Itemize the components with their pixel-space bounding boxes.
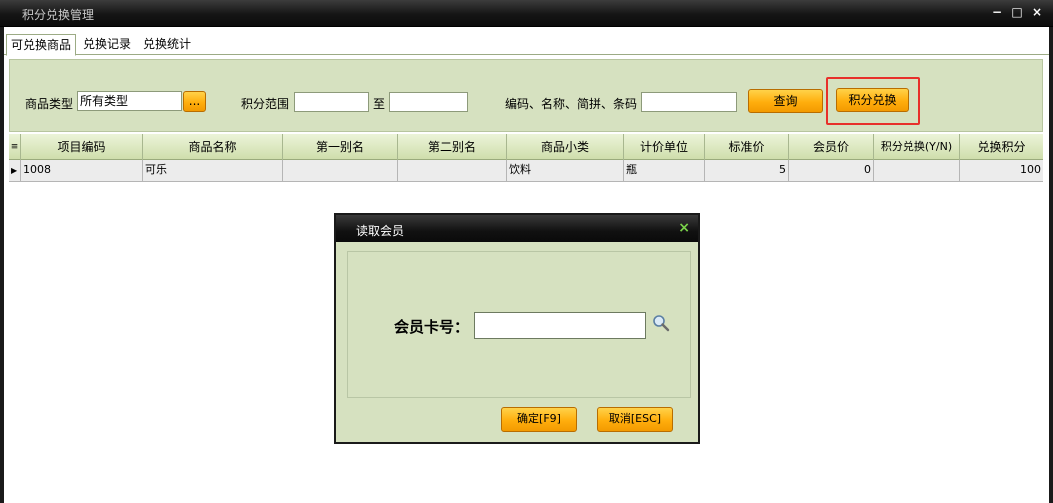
read-member-dialog: 读取会员 × 会员卡号： 确定[F9] 取消[ESC] xyxy=(334,213,700,444)
window-title: 积分兑换管理 xyxy=(22,8,95,22)
grid-header: ≡ 项目编码 商品名称 第一别名 第二别名 商品小类 计价单位 标准价 会员价 … xyxy=(9,134,1043,160)
dialog-content-panel: 会员卡号： xyxy=(347,251,691,398)
col-goods-name[interactable]: 商品名称 xyxy=(143,134,283,160)
cell-std-price: 5 xyxy=(705,160,789,182)
cell-goods-name: 可乐 xyxy=(143,160,283,182)
col-std-price[interactable]: 标准价 xyxy=(705,134,789,160)
keyword-input[interactable] xyxy=(641,92,737,112)
cell-alias2 xyxy=(398,160,507,182)
points-to-label: 至 xyxy=(373,97,386,111)
points-to-input[interactable] xyxy=(389,92,468,112)
table-row[interactable]: ▶ 1008 可乐 饮料 瓶 5 0 100 xyxy=(9,160,1043,182)
cell-exchangeable xyxy=(874,160,960,182)
cell-unit: 瓶 xyxy=(624,160,705,182)
keyword-label: 编码、名称、简拼、条码 xyxy=(505,97,638,111)
dialog-cancel-button[interactable]: 取消[ESC] xyxy=(597,407,673,432)
col-subcategory[interactable]: 商品小类 xyxy=(507,134,624,160)
goods-type-label: 商品类型 xyxy=(25,97,74,111)
tab-strip: 可兑换商品 兑换记录 兑换统计 xyxy=(4,31,1049,56)
col-unit[interactable]: 计价单位 xyxy=(624,134,705,160)
dialog-title: 读取会员 xyxy=(356,224,405,238)
points-from-input[interactable] xyxy=(294,92,369,112)
cell-item-code: 1008 xyxy=(21,160,143,182)
col-exchange-points[interactable]: 兑换积分 xyxy=(960,134,1043,160)
goods-type-picker-button[interactable]: ... xyxy=(183,91,206,112)
col-exchangeable[interactable]: 积分兑换(Y/N) xyxy=(874,134,960,160)
col-alias1[interactable]: 第一别名 xyxy=(283,134,398,160)
row-selector-header: ≡ xyxy=(9,134,21,160)
member-card-label: 会员卡号： xyxy=(394,318,470,336)
dialog-close-button[interactable]: × xyxy=(678,220,690,236)
member-card-input[interactable] xyxy=(474,312,646,339)
col-alias2[interactable]: 第二别名 xyxy=(398,134,507,160)
close-button[interactable]: × xyxy=(1030,5,1044,19)
cell-subcategory: 饮料 xyxy=(507,160,624,182)
dialog-titlebar: 读取会员 × xyxy=(336,215,698,242)
dialog-ok-button[interactable]: 确定[F9] xyxy=(501,407,577,432)
tab-exchange-records[interactable]: 兑换记录 xyxy=(79,34,135,55)
maximize-button[interactable]: □ xyxy=(1010,5,1024,19)
cell-exchange-points: 100 xyxy=(1020,163,1041,176)
points-range-label: 积分范围 xyxy=(241,97,290,111)
cell-member-price: 0 xyxy=(789,160,874,182)
minimize-button[interactable]: − xyxy=(990,5,1004,19)
goods-type-select[interactable]: 所有类型 xyxy=(77,91,182,111)
window-titlebar: 积分兑换管理 − □ × xyxy=(0,0,1053,27)
query-button[interactable]: 查询 xyxy=(748,89,823,113)
col-member-price[interactable]: 会员价 xyxy=(789,134,874,160)
tab-exchange-stats[interactable]: 兑换统计 xyxy=(139,34,195,55)
search-icon[interactable] xyxy=(652,314,670,332)
filter-panel: 商品类型 所有类型 ... 积分范围 至 编码、名称、简拼、条码 查询 积分兑换 xyxy=(9,59,1043,132)
goods-grid: ≡ 项目编码 商品名称 第一别名 第二别名 商品小类 计价单位 标准价 会员价 … xyxy=(9,134,1043,182)
cell-alias1 xyxy=(283,160,398,182)
col-item-code[interactable]: 项目编码 xyxy=(21,134,143,160)
row-pointer-icon: ▶ xyxy=(9,160,21,182)
tab-redeemable-goods[interactable]: 可兑换商品 xyxy=(6,34,77,56)
points-exchange-button[interactable]: 积分兑换 xyxy=(836,88,909,112)
